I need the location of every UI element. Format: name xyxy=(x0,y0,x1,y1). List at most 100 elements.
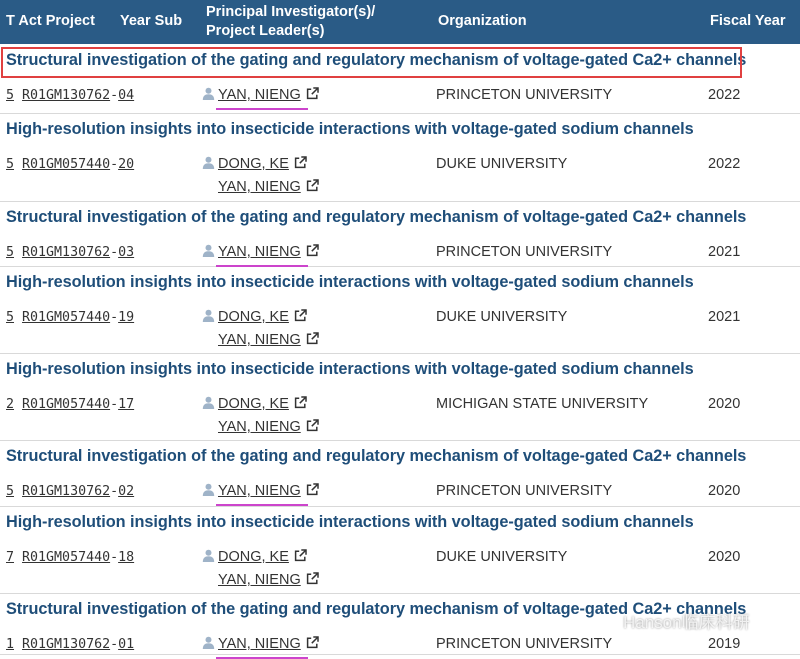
activity-type-link[interactable]: 5 xyxy=(6,157,14,172)
project-title-link[interactable]: High-resolution insights into insecticid… xyxy=(6,120,694,139)
project-title-link[interactable]: High-resolution insights into insecticid… xyxy=(6,513,694,532)
external-link-icon[interactable] xyxy=(306,572,319,585)
pink-underline-mark xyxy=(216,108,308,110)
subproject-link[interactable]: 04 xyxy=(118,88,134,103)
subproject-link[interactable]: 20 xyxy=(118,157,134,172)
external-link-icon[interactable] xyxy=(306,419,319,432)
activity-type-link[interactable]: 1 xyxy=(6,637,14,652)
pi-name-link[interactable]: YAN, NIENG xyxy=(218,179,301,195)
pi-name-link[interactable]: YAN, NIENG xyxy=(218,332,301,348)
pi-name-link[interactable]: YAN, NIENG xyxy=(218,87,301,103)
external-link-icon[interactable] xyxy=(306,244,319,257)
pi-entry: YAN, NIENG xyxy=(218,179,319,195)
subproject-link[interactable]: 03 xyxy=(118,245,134,260)
pi-entry: DONG, KE xyxy=(202,549,307,565)
activity-type-link[interactable]: 7 xyxy=(6,550,14,565)
project-number-link[interactable]: R01GM130762 xyxy=(22,245,110,260)
project-number-link[interactable]: R01GM130762 xyxy=(22,484,110,499)
project-number-link[interactable]: R01GM130762 xyxy=(22,637,110,652)
table-row: High-resolution insights into insecticid… xyxy=(0,353,800,441)
pi-name-link[interactable]: DONG, KE xyxy=(218,549,289,565)
subproject-link[interactable]: 18 xyxy=(118,550,134,565)
activity-type-link[interactable]: 5 xyxy=(6,484,14,499)
header-pi-line2: Project Leader(s) xyxy=(206,23,325,39)
external-link-icon[interactable] xyxy=(294,396,307,409)
results-table-header: T Act Project Year Sub Principal Investi… xyxy=(0,0,800,44)
person-icon xyxy=(202,87,215,100)
subproject-link[interactable]: 02 xyxy=(118,484,134,499)
pi-entry: DONG, KE xyxy=(202,309,307,325)
header-fiscal-year[interactable]: Fiscal Year xyxy=(710,12,786,31)
header-organization[interactable]: Organization xyxy=(438,12,527,31)
pi-name-link[interactable]: DONG, KE xyxy=(218,309,289,325)
fiscal-year: 2020 xyxy=(708,396,741,412)
highlight-box xyxy=(1,47,742,78)
pi-entry: YAN, NIENG xyxy=(202,636,319,652)
activity-type-link[interactable]: 2 xyxy=(6,397,14,412)
fiscal-year: 2022 xyxy=(708,156,741,172)
pi-name-link[interactable]: YAN, NIENG xyxy=(218,572,301,588)
fiscal-year: 2021 xyxy=(708,309,741,325)
project-title-link[interactable]: Structural investigation of the gating a… xyxy=(6,447,746,466)
header-year-sub[interactable]: Year Sub xyxy=(120,12,182,31)
pi-name-link[interactable]: DONG, KE xyxy=(218,156,289,172)
external-link-icon[interactable] xyxy=(294,309,307,322)
person-icon xyxy=(202,156,215,169)
fiscal-year: 2020 xyxy=(708,549,741,565)
external-link-icon[interactable] xyxy=(294,549,307,562)
organization-name: DUKE UNIVERSITY xyxy=(436,549,568,565)
project-number-link[interactable]: R01GM057440 xyxy=(22,397,110,412)
person-icon xyxy=(202,483,215,496)
project-number-link[interactable]: R01GM130762 xyxy=(22,88,110,103)
table-row: Structural investigation of the gating a… xyxy=(0,440,800,507)
project-number-link[interactable]: R01GM057440 xyxy=(22,550,110,565)
watermark: Hanson临床科研 xyxy=(598,608,750,633)
table-row: High-resolution insights into insecticid… xyxy=(0,506,800,594)
project-number: 5 R01GM130762-02 xyxy=(6,484,135,499)
project-title-link[interactable]: High-resolution insights into insecticid… xyxy=(6,360,694,379)
external-link-icon[interactable] xyxy=(306,332,319,345)
subproject-link[interactable]: 19 xyxy=(118,310,134,325)
person-icon xyxy=(202,244,215,257)
activity-type-link[interactable]: 5 xyxy=(6,88,14,103)
project-number-link[interactable]: R01GM057440 xyxy=(22,310,110,325)
organization-name: DUKE UNIVERSITY xyxy=(436,309,568,325)
pi-name-link[interactable]: YAN, NIENG xyxy=(218,244,301,260)
external-link-icon[interactable] xyxy=(306,636,319,649)
pi-name-link[interactable]: DONG, KE xyxy=(218,396,289,412)
external-link-icon[interactable] xyxy=(306,87,319,100)
pi-entry: DONG, KE xyxy=(202,396,307,412)
external-link-icon[interactable] xyxy=(306,179,319,192)
table-row: High-resolution insights into insecticid… xyxy=(0,113,800,202)
activity-type-link[interactable]: 5 xyxy=(6,310,14,325)
project-number: 1 R01GM130762-01 xyxy=(6,637,135,652)
project-number: 5 R01GM130762-04 xyxy=(6,88,135,103)
project-number: 2 R01GM057440-17 xyxy=(6,397,135,412)
external-link-icon[interactable] xyxy=(306,483,319,496)
fiscal-year: 2021 xyxy=(708,244,741,260)
external-link-icon[interactable] xyxy=(294,156,307,169)
pi-entry: YAN, NIENG xyxy=(202,244,319,260)
organization-name: PRINCETON UNIVERSITY xyxy=(436,483,613,499)
wechat-icon xyxy=(598,614,618,631)
pi-name-link[interactable]: YAN, NIENG xyxy=(218,483,301,499)
header-activity-project[interactable]: T Act Project xyxy=(6,12,95,31)
organization-name: MICHIGAN STATE UNIVERSITY xyxy=(436,396,649,412)
project-number-link[interactable]: R01GM057440 xyxy=(22,157,110,172)
subproject-link[interactable]: 01 xyxy=(118,637,134,652)
person-icon xyxy=(202,549,215,562)
pi-entry: YAN, NIENG xyxy=(202,87,319,103)
pi-name-link[interactable]: YAN, NIENG xyxy=(218,636,301,652)
pi-name-link[interactable]: YAN, NIENG xyxy=(218,419,301,435)
header-pi[interactable]: Principal Investigator(s)/ Project Leade… xyxy=(206,3,375,41)
activity-type-link[interactable]: 5 xyxy=(6,245,14,260)
project-title-link[interactable]: Structural investigation of the gating a… xyxy=(6,208,746,227)
project-number: 5 R01GM130762-03 xyxy=(6,245,135,260)
table-row: High-resolution insights into insecticid… xyxy=(0,266,800,354)
project-number: 5 R01GM057440-19 xyxy=(6,310,135,325)
watermark-text: Hanson临床科研 xyxy=(623,613,750,632)
project-number: 5 R01GM057440-20 xyxy=(6,157,135,172)
subproject-link[interactable]: 17 xyxy=(118,397,134,412)
fiscal-year: 2022 xyxy=(708,87,741,103)
project-title-link[interactable]: High-resolution insights into insecticid… xyxy=(6,273,694,292)
